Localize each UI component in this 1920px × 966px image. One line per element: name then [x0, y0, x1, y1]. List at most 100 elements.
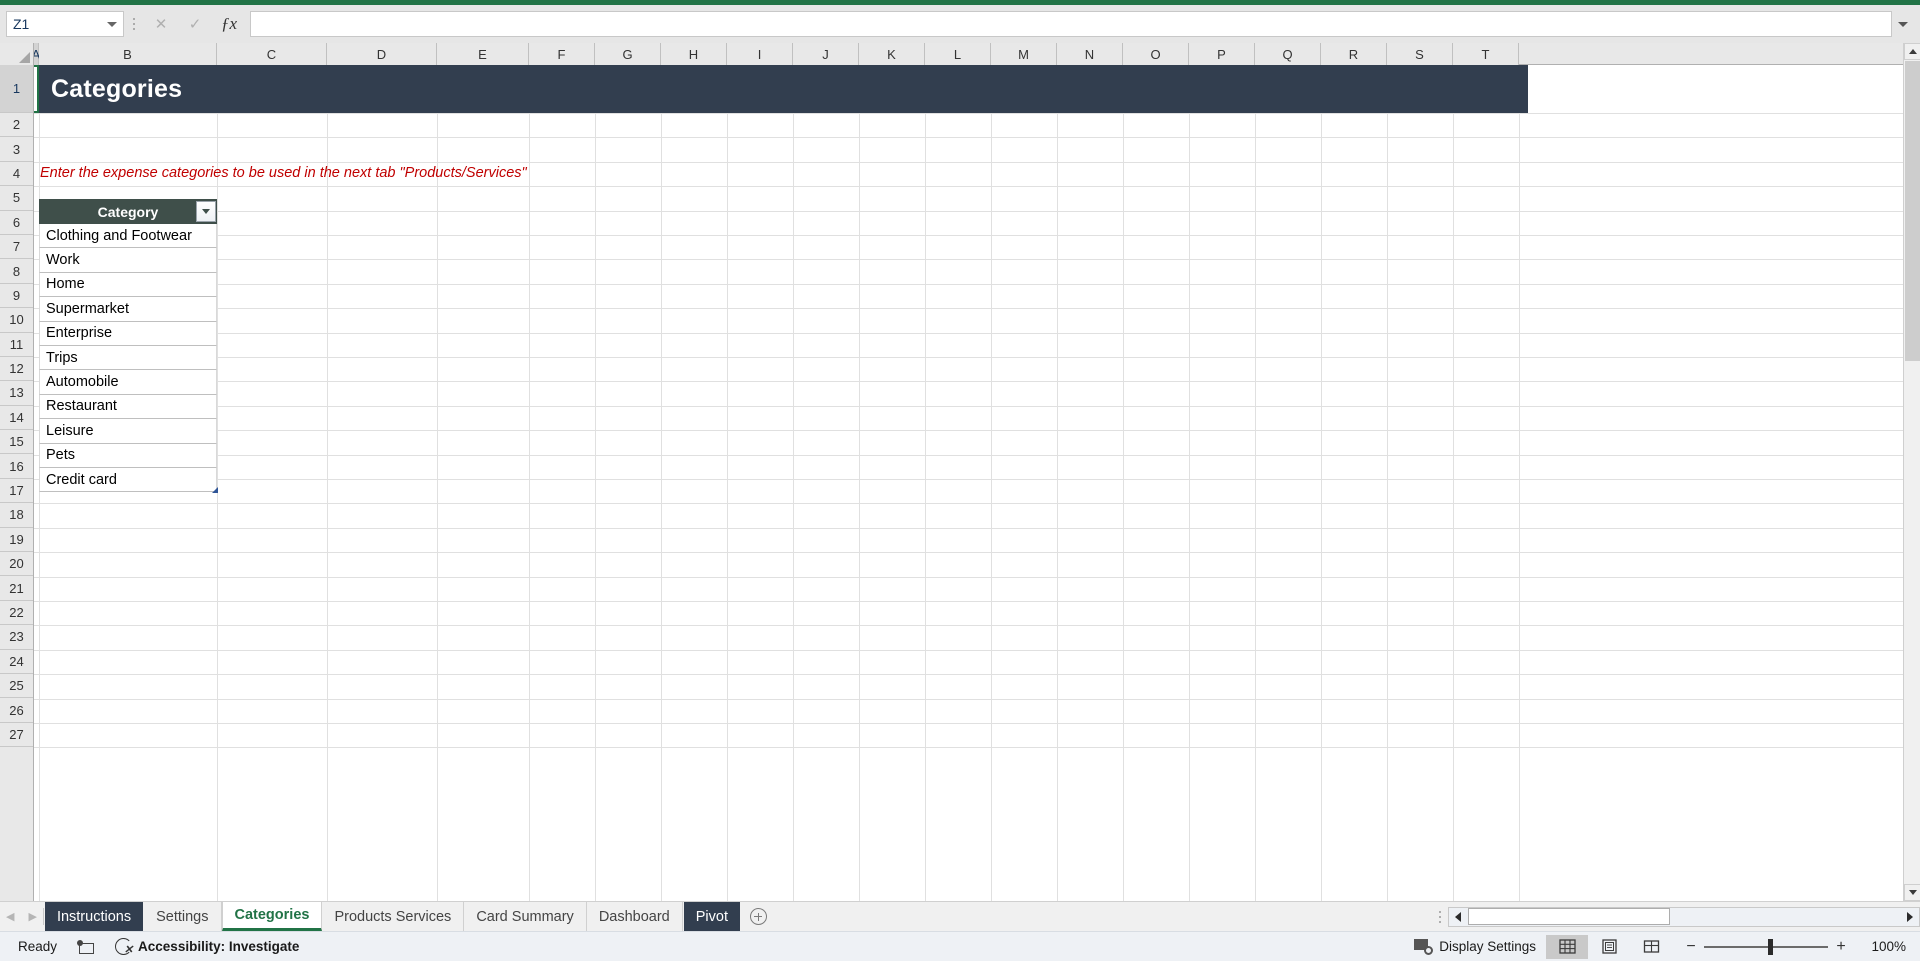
row-header-11[interactable]: 11: [0, 332, 33, 357]
row-header-2[interactable]: 2: [0, 113, 33, 138]
row-header-20[interactable]: 20: [0, 552, 33, 577]
table-row[interactable]: Home: [39, 272, 217, 298]
record-macro-button[interactable]: [67, 935, 105, 959]
fx-icon[interactable]: ƒx: [212, 11, 246, 37]
table-row[interactable]: Work: [39, 248, 217, 273]
table-row[interactable]: Restaurant: [39, 394, 217, 420]
sheet-tab-pivot[interactable]: Pivot: [683, 902, 740, 931]
row-header-27[interactable]: 27: [0, 722, 33, 748]
accessibility-checker[interactable]: ✕ Accessibility: Investigate: [105, 935, 309, 959]
close-icon[interactable]: ✕: [144, 11, 178, 37]
chevron-down-icon[interactable]: [107, 21, 117, 27]
table-row[interactable]: Trips: [39, 345, 217, 371]
column-header-R[interactable]: R: [1321, 43, 1387, 65]
column-header-B[interactable]: B: [39, 43, 217, 65]
row-header-10[interactable]: 10: [0, 308, 33, 333]
zoom-out-button[interactable]: −: [1678, 938, 1704, 956]
chevron-right-icon[interactable]: ▶: [28, 910, 36, 923]
expand-formula-bar-icon[interactable]: [1892, 11, 1914, 37]
column-header-F[interactable]: F: [529, 43, 595, 65]
sheet-tab-categories[interactable]: Categories: [221, 902, 323, 931]
column-header-H[interactable]: H: [661, 43, 727, 65]
scroll-down-button[interactable]: [1904, 884, 1920, 901]
row-header-8[interactable]: 8: [0, 259, 33, 284]
row-header-14[interactable]: 14: [0, 405, 33, 431]
column-header-N[interactable]: N: [1057, 43, 1123, 65]
sheet-tab-card-summary[interactable]: Card Summary: [464, 902, 587, 931]
row-header-26[interactable]: 26: [0, 698, 33, 723]
scroll-left-button[interactable]: [1449, 908, 1467, 926]
row-header-6[interactable]: 6: [0, 210, 33, 235]
row-header-5[interactable]: 5: [0, 186, 33, 211]
chevron-left-icon[interactable]: ◀: [6, 910, 14, 923]
sheet-tab-dashboard[interactable]: Dashboard: [586, 902, 683, 931]
cells-area[interactable]: Categories Enter the expense categories …: [34, 65, 1920, 901]
row-header-9[interactable]: 9: [0, 283, 33, 309]
scroll-up-button[interactable]: [1904, 43, 1920, 60]
row-header-4[interactable]: 4: [0, 161, 33, 187]
zoom-slider-knob[interactable]: [1768, 938, 1773, 955]
column-header-Q[interactable]: Q: [1255, 43, 1321, 65]
column-header-M[interactable]: M: [991, 43, 1057, 65]
row-header-25[interactable]: 25: [0, 673, 33, 699]
row-header-13[interactable]: 13: [0, 381, 33, 406]
row-header-21[interactable]: 21: [0, 576, 33, 601]
select-all-corner[interactable]: [0, 43, 34, 65]
column-header-D[interactable]: D: [327, 43, 437, 65]
column-header-E[interactable]: E: [437, 43, 529, 65]
column-header-T[interactable]: T: [1453, 43, 1519, 65]
column-header-P[interactable]: P: [1189, 43, 1255, 65]
horizontal-scrollbar[interactable]: [1448, 906, 1920, 927]
table-row[interactable]: Supermarket: [39, 297, 217, 322]
column-header-C[interactable]: C: [217, 43, 327, 65]
table-row[interactable]: Leisure: [39, 419, 217, 444]
row-header-12[interactable]: 12: [0, 356, 33, 382]
formula-bar-grip[interactable]: [124, 11, 144, 37]
vertical-scrollbar[interactable]: [1903, 43, 1920, 901]
row-header-7[interactable]: 7: [0, 234, 33, 260]
filter-dropdown-icon[interactable]: [196, 201, 216, 222]
column-header-O[interactable]: O: [1123, 43, 1189, 65]
table-row[interactable]: Pets: [39, 443, 217, 468]
column-header-I[interactable]: I: [727, 43, 793, 65]
hscroll-grip[interactable]: [1432, 910, 1448, 923]
add-sheet-icon: [749, 908, 767, 925]
zoom-in-button[interactable]: +: [1828, 938, 1854, 956]
page-layout-view-button[interactable]: [1588, 935, 1630, 959]
row-header-24[interactable]: 24: [0, 649, 33, 674]
display-settings-button[interactable]: Display Settings: [1404, 935, 1546, 959]
table-row[interactable]: Credit card: [39, 467, 217, 493]
scroll-right-button[interactable]: [1901, 908, 1919, 926]
zoom-slider[interactable]: [1704, 935, 1828, 959]
column-header-K[interactable]: K: [859, 43, 925, 65]
row-header-19[interactable]: 19: [0, 527, 33, 553]
normal-view-button[interactable]: [1546, 934, 1588, 959]
sheet-tab-products-services[interactable]: Products Services: [322, 902, 465, 931]
zoom-level-label[interactable]: 100%: [1854, 939, 1912, 954]
row-header-15[interactable]: 15: [0, 430, 33, 455]
add-sheet-button[interactable]: [741, 902, 775, 931]
row-header-16[interactable]: 16: [0, 454, 33, 479]
row-header-17[interactable]: 17: [0, 478, 33, 504]
table-resize-handle[interactable]: [212, 487, 218, 494]
row-header-1[interactable]: 1: [0, 65, 33, 113]
row-header-3[interactable]: 3: [0, 137, 33, 162]
row-header-18[interactable]: 18: [0, 503, 33, 528]
sheet-tab-instructions[interactable]: Instructions: [44, 902, 144, 931]
row-header-22[interactable]: 22: [0, 600, 33, 626]
column-header-L[interactable]: L: [925, 43, 991, 65]
vertical-scroll-thumb[interactable]: [1905, 61, 1920, 361]
table-row[interactable]: Enterprise: [39, 321, 217, 346]
column-header-S[interactable]: S: [1387, 43, 1453, 65]
formula-input[interactable]: [250, 11, 1892, 37]
table-row[interactable]: Automobile: [39, 370, 217, 395]
name-box[interactable]: Z1: [6, 11, 124, 37]
page-break-preview-button[interactable]: [1630, 935, 1672, 959]
table-row[interactable]: Clothing and Footwear: [39, 224, 217, 249]
column-header-J[interactable]: J: [793, 43, 859, 65]
sheet-tab-settings[interactable]: Settings: [144, 902, 222, 931]
check-icon[interactable]: ✓: [178, 11, 212, 37]
column-header-G[interactable]: G: [595, 43, 661, 65]
horizontal-scroll-thumb[interactable]: [1468, 908, 1670, 925]
row-header-23[interactable]: 23: [0, 625, 33, 650]
